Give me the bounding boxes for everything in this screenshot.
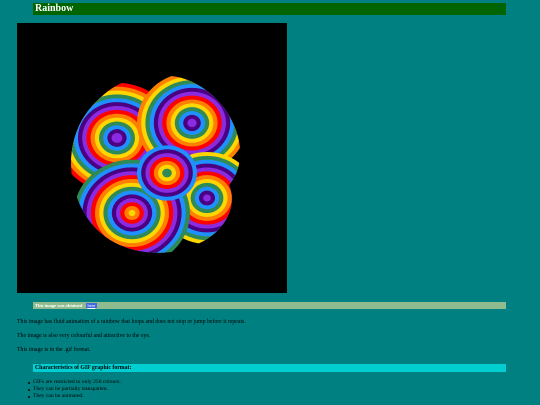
features-heading: Characteristics of GIF graphic format:: [33, 364, 506, 372]
list-item: They can be partially transparent.: [28, 386, 121, 393]
rainbow-stripe: [128, 209, 136, 217]
credit-text: This image was obtained: [35, 303, 83, 308]
rainbow-stripe: [203, 194, 211, 202]
description-paragraph-1: This image has fluid animation of a rain…: [17, 319, 246, 325]
credit-link[interactable]: here: [85, 303, 98, 308]
rainbow-image: [17, 23, 287, 293]
rainbow-stripe: [187, 118, 197, 128]
list-item: They can be animated.: [28, 393, 121, 400]
rainbow-stripe: [111, 133, 123, 143]
credit-bar: This image was obtained here: [33, 302, 506, 309]
rainbow-stripe: [162, 168, 172, 178]
description-paragraph-2: The image is also very colourful and att…: [17, 333, 151, 339]
rainbow-ball-graphic: [71, 75, 241, 253]
list-item: GIFs are restricted to only 256 colours.: [28, 379, 121, 385]
page-title: Rainbow: [33, 3, 506, 15]
features-list: GIFs are restricted to only 256 colours.…: [28, 379, 121, 400]
description-paragraph-3: This image is in the .gif format.: [17, 347, 91, 353]
